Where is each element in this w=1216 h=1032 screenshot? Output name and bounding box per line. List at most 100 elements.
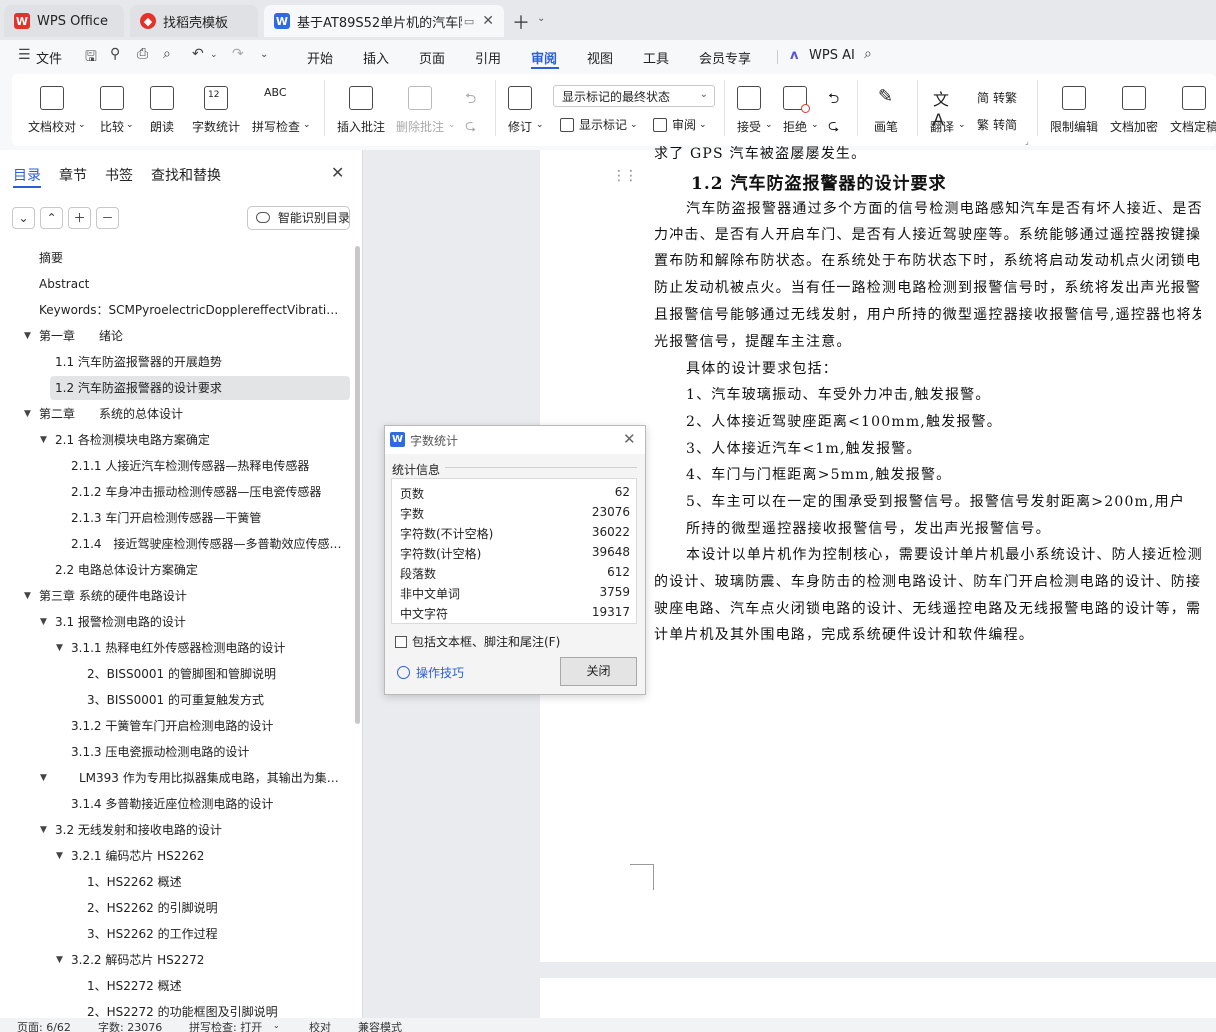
ribbon-expand-icon[interactable]: ⌟ (1025, 137, 1029, 146)
tab-document[interactable]: W 基于AT89S52单片机的汽车防 ▭ ✕ (264, 5, 504, 37)
toc-item[interactable]: 3.1 报警检测电路的设计 (55, 610, 339, 634)
chevron-down-icon[interactable]: ⌄ (765, 120, 773, 130)
expand-chevron-up-icon[interactable]: ⌃ (40, 207, 63, 229)
smart-toc-button[interactable]: 智能识别目录 (247, 206, 350, 230)
toc-item[interactable]: 2.1.1 人接近汽车检测传感器—热释电传感器 (71, 454, 341, 478)
accept-button[interactable]: 接受 (737, 86, 761, 135)
toc-item[interactable]: 2、BISS0001 的管脚图和管脚说明 (87, 662, 341, 686)
checkbox-box[interactable] (395, 636, 407, 648)
tab-find-replace[interactable]: 查找和替换 (151, 165, 221, 185)
toc-item[interactable]: 3.1.1 热释电红外传感器检测电路的设计 (71, 636, 341, 660)
close-dialog-icon[interactable]: ✕ (623, 430, 636, 448)
read-aloud-button[interactable]: 朗读 (150, 86, 174, 135)
toc-item[interactable]: Abstract (39, 272, 339, 296)
expand-arrow-icon[interactable]: ▼ (56, 955, 63, 965)
compare-button[interactable]: 比较 (100, 86, 124, 135)
remove-heading-minus-icon[interactable]: － (96, 207, 119, 229)
expand-arrow-icon[interactable]: ▼ (40, 435, 47, 445)
toc-item[interactable]: 3.2.1 编码芯片 HS2262 (71, 844, 341, 868)
save-icon[interactable]: 🖫 (85, 46, 97, 70)
toc-item[interactable]: LM393 作为专用比拟器集成电路，其输出为集 ... (79, 766, 341, 790)
expand-arrow-icon[interactable]: ▼ (24, 331, 31, 341)
menu-file[interactable]: 文件 (36, 48, 62, 67)
menu-tools[interactable]: 工具 (643, 48, 669, 67)
spell-check-button[interactable]: ABC 拼写检查 (252, 86, 300, 135)
dialog-title-bar[interactable]: W 字数统计 ✕ (385, 426, 645, 454)
menu-review[interactable]: 审阅 (531, 48, 557, 67)
nav-scrollbar[interactable] (355, 246, 360, 724)
chevron-down-icon[interactable]: ⌄ (536, 120, 544, 130)
toc-item[interactable]: 2、HS2272 的功能框图及引脚说明 (87, 1000, 341, 1018)
print-preview-icon[interactable]: ⌕ (163, 46, 171, 62)
toc-item[interactable]: 2.1.2 车身冲击振动检测传感器—压电瓷传感器 (71, 480, 341, 504)
close-tab-icon[interactable]: ✕ (482, 13, 494, 29)
status-word-count[interactable]: 字数: 23076 (98, 1019, 162, 1032)
next-comment-icon[interactable]: ⮎ (465, 115, 476, 139)
expand-arrow-icon[interactable]: ▼ (40, 825, 47, 835)
menu-start[interactable]: 开始 (307, 48, 333, 67)
finalize-document-button[interactable]: 文档定稿 (1170, 86, 1216, 135)
ink-button[interactable]: ✎ 画笔 (874, 86, 898, 135)
next-change-icon[interactable]: ⮎ (828, 115, 839, 139)
tab-bookmarks[interactable]: 书签 (105, 165, 133, 185)
close-button[interactable]: 关闭 (560, 657, 637, 686)
collapse-chevron-down-icon[interactable]: ⌄ (12, 207, 35, 229)
status-spell-check[interactable]: 拼写检查: 打开 (189, 1019, 262, 1032)
previous-comment-icon[interactable]: ⮌ (465, 88, 476, 112)
toc-item[interactable]: 3.1.3 压电瓷振动检测电路的设计 (71, 740, 341, 764)
delete-comment-button[interactable]: 删除批注 (396, 86, 444, 135)
show-markup-button[interactable]: 显示标记 ⌄ (560, 116, 638, 133)
restrict-editing-button[interactable]: 限制编辑 (1050, 86, 1098, 135)
chevron-down-icon[interactable]: ⌄ (811, 120, 819, 130)
reject-button[interactable]: 拒绝 (783, 86, 810, 135)
toc-item[interactable]: 3.2 无线发射和接收电路的设计 (55, 818, 339, 842)
markup-mode-select[interactable]: 显示标记的最终状态 ⌄ (553, 85, 715, 107)
toc-item[interactable]: 2.1.4 接近驾驶座检测传感器—多普勒效应传感 ... (71, 532, 343, 556)
tab-toc[interactable]: 目录 (13, 165, 41, 185)
expand-arrow-icon[interactable]: ▼ (40, 617, 47, 627)
word-count-button[interactable]: 12 字数统计 (192, 86, 240, 135)
toc-item[interactable]: Keywords：SCMPyroelectricDopplereffectVib… (39, 298, 341, 322)
menu-page[interactable]: 页面 (419, 48, 445, 67)
toc-item[interactable]: 2.2 电路总体设计方案确定 (55, 558, 339, 582)
include-textbox-checkbox[interactable]: 包括文本框、脚注和尾注(F) (395, 633, 560, 650)
tab-wps-office[interactable]: W WPS Office (4, 5, 124, 37)
drag-handle-icon[interactable]: ⋮⋮ (612, 168, 638, 184)
status-proofread[interactable]: 校对 (309, 1019, 331, 1032)
tab-docer-templates[interactable]: ◆ 找稻壳模板 (130, 5, 258, 37)
chevron-down-icon[interactable]: ⌄ (273, 1021, 280, 1030)
add-comment-button[interactable]: 插入批注 (337, 86, 385, 135)
previous-change-icon[interactable]: ⮌ (828, 88, 839, 112)
chevron-down-icon[interactable]: ⌄ (537, 13, 545, 24)
encrypt-document-button[interactable]: 文档加密 (1110, 86, 1158, 135)
undo-dropdown-icon[interactable]: ⌄ (210, 50, 218, 60)
to-simplified-button[interactable]: 繁 转简 (977, 116, 1017, 133)
toc-item[interactable]: 2.1.3 车门开启检测传感器—干簧管 (71, 506, 341, 530)
toc-item-selected[interactable]: 1.2 汽车防盗报警器的设计要求 (50, 376, 350, 400)
chevron-down-icon[interactable]: ⌄ (448, 120, 456, 130)
expand-arrow-icon[interactable]: ▼ (24, 591, 31, 601)
toc-item[interactable]: 3.2.2 解码芯片 HS2272 (71, 948, 341, 972)
review-pane-button[interactable]: 审阅 ⌄ (653, 116, 707, 133)
toc-item[interactable]: 摘要 (39, 246, 339, 270)
track-changes-button[interactable]: 修订 (508, 86, 532, 135)
document-next-page[interactable] (540, 978, 1216, 1018)
menu-membership[interactable]: 会员专享 (699, 48, 751, 67)
redo-icon[interactable]: ↷ (232, 46, 244, 62)
add-heading-plus-icon[interactable]: ＋ (68, 207, 91, 229)
expand-arrow-icon[interactable]: ▼ (56, 851, 63, 861)
more-quick-access-icon[interactable]: ⌄ (260, 49, 268, 60)
toc-item[interactable]: 1.1 汽车防盗报警器的开展趋势 (55, 350, 339, 374)
status-page[interactable]: 页面: 6/62 (17, 1019, 71, 1032)
expand-arrow-icon[interactable]: ▼ (24, 409, 31, 419)
menu-references[interactable]: 引用 (475, 48, 501, 67)
toc-item[interactable]: 3、BISS0001 的可重复触发方式 (87, 688, 341, 712)
new-tab-plus-icon[interactable]: ＋ (512, 9, 530, 35)
toc-item[interactable]: 第一章 绪论 (39, 324, 339, 348)
toc-item[interactable]: 2、HS2262 的引脚说明 (87, 896, 341, 920)
hamburger-icon[interactable]: ☰ (18, 47, 31, 63)
chevron-down-icon[interactable]: ⌄ (958, 120, 966, 130)
toc-item[interactable]: 3.1.2 干簧管车门开启检测电路的设计 (71, 714, 341, 738)
chevron-down-icon[interactable]: ⌄ (78, 120, 86, 130)
menu-insert[interactable]: 插入 (363, 48, 389, 67)
